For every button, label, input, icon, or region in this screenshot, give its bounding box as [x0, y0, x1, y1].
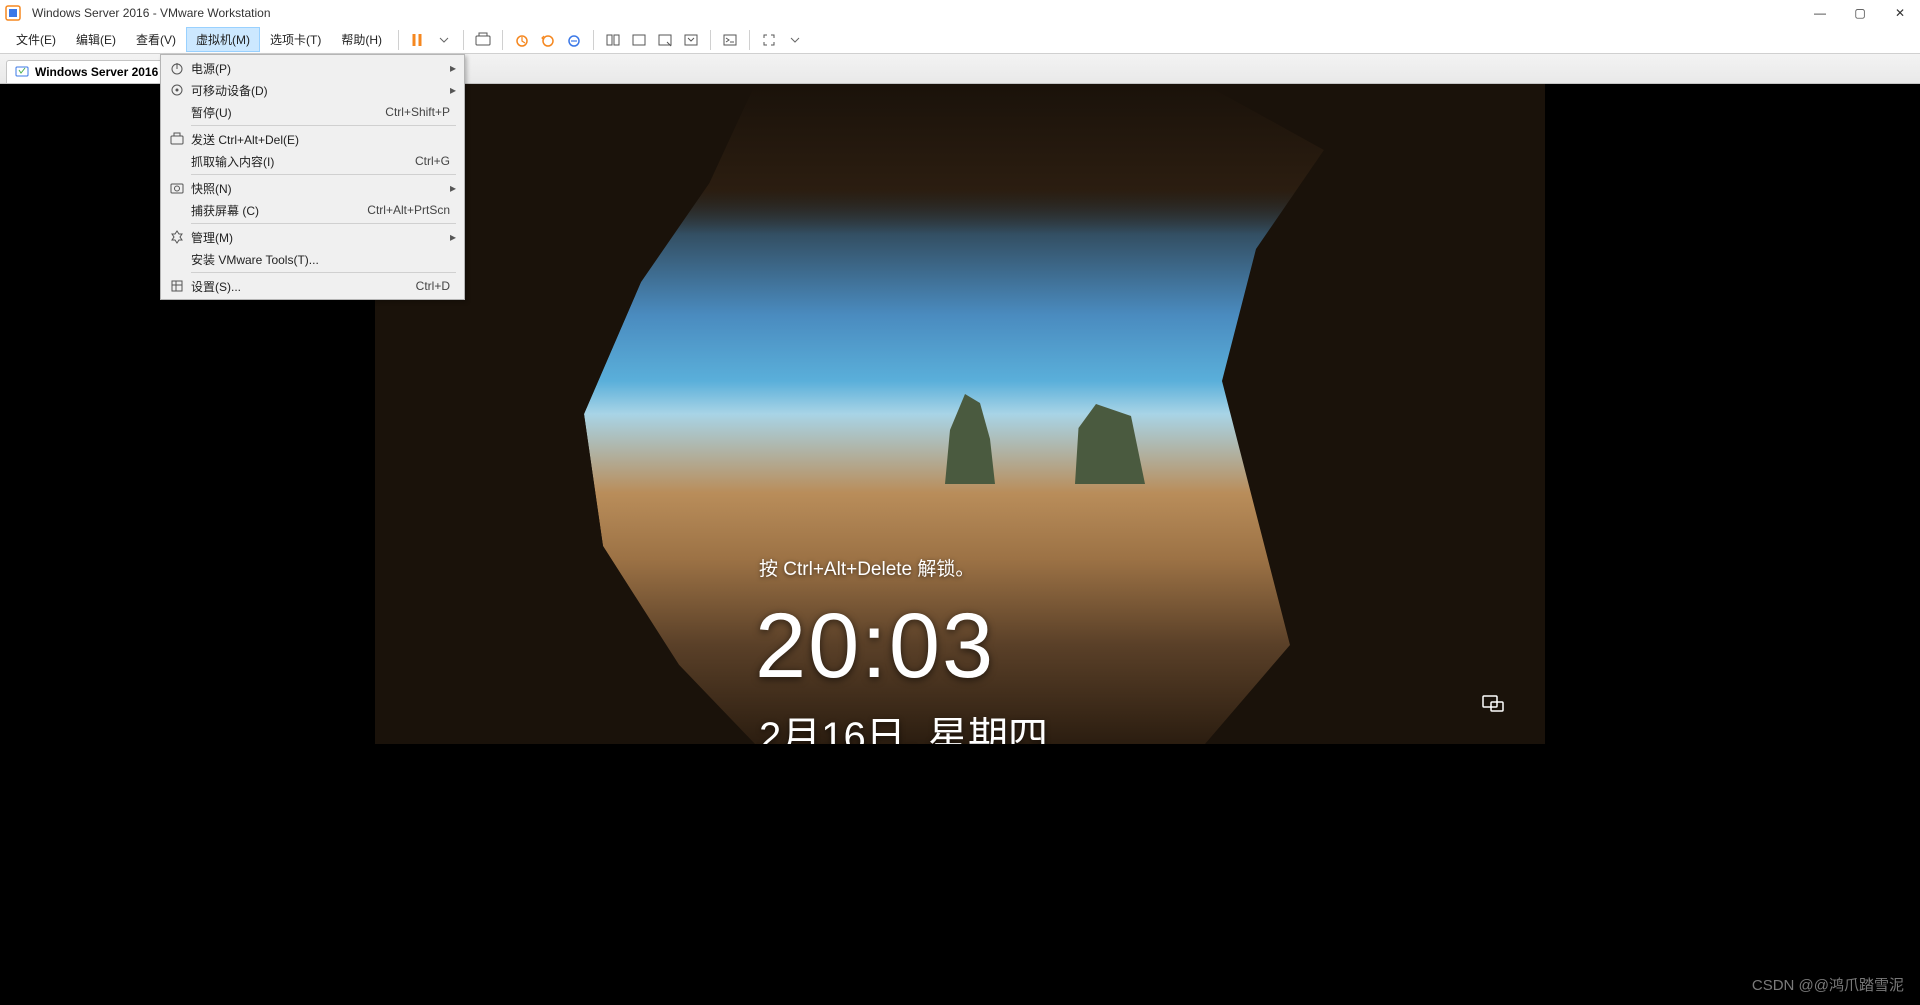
view-unity-button[interactable]	[678, 28, 704, 52]
separator	[502, 30, 503, 50]
separator	[398, 30, 399, 50]
menu-help[interactable]: 帮助(H)	[331, 27, 392, 52]
menu-settings[interactable]: 设置(S)... Ctrl+D	[161, 275, 464, 297]
view-single-button[interactable]	[600, 28, 626, 52]
menu-capture-screen[interactable]: 捕获屏幕 (C) Ctrl+Alt+PrtScn	[161, 199, 464, 221]
pause-button[interactable]	[405, 28, 431, 52]
menubar: 文件(E) 编辑(E) 查看(V) 虚拟机(M) 选项卡(T) 帮助(H)	[0, 26, 1920, 54]
vm-tab-label: Windows Server 2016	[35, 65, 158, 79]
send-cad-button[interactable]	[470, 28, 496, 52]
vm-lockscreen[interactable]: 按 Ctrl+Alt+Delete 解锁。 20:03 2月16日, 星期四	[375, 84, 1545, 744]
menu-power[interactable]: 电源(P) ▸	[161, 57, 464, 79]
menu-file[interactable]: 文件(E)	[6, 27, 66, 52]
menu-separator	[191, 174, 456, 175]
wallpaper-decoration	[1075, 404, 1145, 484]
wallpaper-decoration	[945, 394, 995, 484]
removable-icon	[165, 83, 189, 97]
menu-vm[interactable]: 虚拟机(M)	[186, 27, 260, 52]
close-button[interactable]: ✕	[1892, 6, 1908, 20]
vm-dropdown-menu: 电源(P) ▸ 可移动设备(D) ▸ 暂停(U) Ctrl+Shift+P 发送…	[160, 54, 465, 300]
menu-pause[interactable]: 暂停(U) Ctrl+Shift+P	[161, 101, 464, 123]
menu-send-cad[interactable]: 发送 Ctrl+Alt+Del(E)	[161, 128, 464, 150]
separator	[749, 30, 750, 50]
fullscreen-button[interactable]	[756, 28, 782, 52]
submenu-arrow-icon: ▸	[444, 83, 456, 97]
vm-tab[interactable]: Windows Server 2016 ×	[6, 60, 183, 83]
lockscreen-date: 2月16日, 星期四	[759, 704, 1048, 744]
lockscreen-time: 20:03	[755, 594, 995, 699]
lockscreen-hint: 按 Ctrl+Alt+Delete 解锁。	[759, 554, 974, 581]
power-icon	[165, 61, 189, 75]
minimize-button[interactable]: —	[1812, 6, 1828, 20]
menu-snapshot[interactable]: 快照(N) ▸	[161, 177, 464, 199]
window-controls: — ▢ ✕	[1812, 6, 1908, 20]
menu-manage[interactable]: 管理(M) ▸	[161, 226, 464, 248]
separator	[710, 30, 711, 50]
menu-separator	[191, 223, 456, 224]
separator	[593, 30, 594, 50]
dropdown-caret-icon[interactable]	[782, 28, 808, 52]
titlebar: Windows Server 2016 - VMware Workstation…	[0, 0, 1920, 26]
separator	[463, 30, 464, 50]
send-icon	[165, 132, 189, 146]
view-thumb-button[interactable]	[626, 28, 652, 52]
view-multi-button[interactable]	[652, 28, 678, 52]
dropdown-caret-icon[interactable]	[431, 28, 457, 52]
manage-icon	[165, 230, 189, 244]
submenu-arrow-icon: ▸	[444, 181, 456, 195]
snapshot-revert-button[interactable]	[535, 28, 561, 52]
snapshot-take-button[interactable]	[509, 28, 535, 52]
submenu-arrow-icon: ▸	[444, 61, 456, 75]
maximize-button[interactable]: ▢	[1852, 6, 1868, 20]
app-icon	[4, 4, 22, 22]
network-icon[interactable]	[1481, 694, 1505, 714]
vm-tab-icon	[15, 65, 29, 79]
console-button[interactable]	[717, 28, 743, 52]
menu-tabs[interactable]: 选项卡(T)	[260, 27, 331, 52]
settings-icon	[165, 279, 189, 293]
menu-install-tools[interactable]: 安装 VMware Tools(T)...	[161, 248, 464, 270]
submenu-arrow-icon: ▸	[444, 230, 456, 244]
snapshot-icon	[165, 181, 189, 195]
menu-view[interactable]: 查看(V)	[126, 27, 186, 52]
snapshot-manager-button[interactable]	[561, 28, 587, 52]
menu-separator	[191, 272, 456, 273]
menu-separator	[191, 125, 456, 126]
menu-removable[interactable]: 可移动设备(D) ▸	[161, 79, 464, 101]
watermark: CSDN @@鸿爪踏雪泥	[1752, 974, 1904, 995]
menu-edit[interactable]: 编辑(E)	[66, 27, 126, 52]
window-title: Windows Server 2016 - VMware Workstation	[32, 6, 271, 20]
menu-grab-input[interactable]: 抓取输入内容(I) Ctrl+G	[161, 150, 464, 172]
